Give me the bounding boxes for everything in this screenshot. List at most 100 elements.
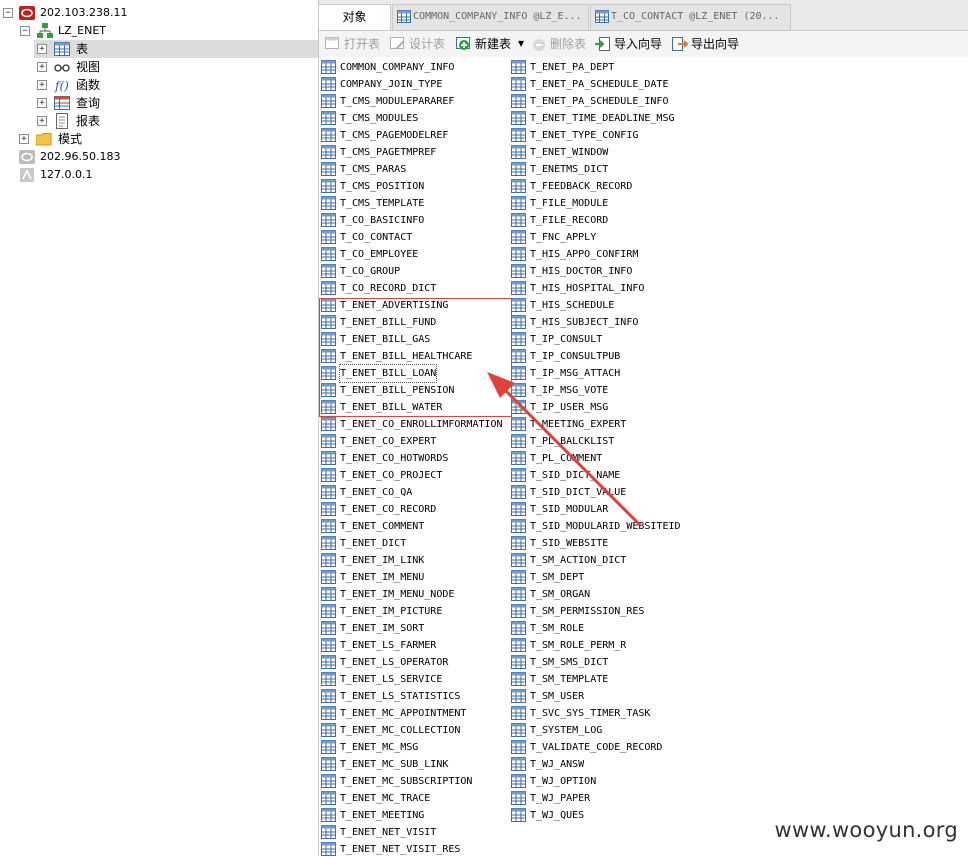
tab-common-company-info[interactable]: COMMON_COMPANY_INFO @LZ_E... <box>392 4 589 30</box>
table-icon <box>321 740 336 754</box>
tree-node-label: 报表 <box>76 114 101 128</box>
tree-node-tables[interactable]: + 表 <box>34 40 318 58</box>
navigation-tree: − 202.103.238.11 − LZ_ENET + 表 + 视图 + f(… <box>0 0 318 856</box>
tab-objects[interactable]: 对象 <box>319 4 391 30</box>
table-icon <box>321 706 336 720</box>
table-icon <box>511 77 526 91</box>
tab-t-co-contact[interactable]: T_CO_CONTACT @LZ_ENET (20... <box>590 4 791 30</box>
table-name: T_SM_ROLE <box>530 623 585 634</box>
table-name: T_ENET_CO_HOTWORDS <box>340 453 449 464</box>
highlight-box <box>319 298 512 417</box>
table-name: T_ENET_COMMENT <box>340 521 425 532</box>
expand-toggle[interactable]: + <box>19 134 29 144</box>
table-name: T_HIS_SUBJECT_INFO <box>530 317 639 328</box>
function-fx-icon: f() <box>54 77 70 93</box>
table-name: T_ENET_WINDOW <box>530 147 609 158</box>
delete-table-button[interactable]: 删除表 <box>531 35 591 53</box>
table-icon <box>321 77 336 91</box>
table-name: T_HIS_APPO_CONFIRM <box>530 249 639 260</box>
table-icon <box>321 417 336 431</box>
table-name: T_SYSTEM_LOG <box>530 725 603 736</box>
collapse-toggle[interactable]: − <box>3 8 13 18</box>
table-icon <box>321 638 336 652</box>
table-icon <box>511 502 526 516</box>
connection-202-96-50-183[interactable]: 202.96.50.183 <box>0 148 318 166</box>
table-name: T_FILE_RECORD <box>530 215 609 226</box>
tab-label: T_CO_CONTACT @LZ_ENET (20... <box>611 11 780 22</box>
table-icon <box>511 366 526 380</box>
table-name: T_CMS_TEMPLATE <box>340 198 425 209</box>
table-name: T_ENET_PA_SCHEDULE_INFO <box>530 96 669 107</box>
tree-node-reports[interactable]: + 报表 <box>34 112 318 130</box>
tree-node-mode[interactable]: + 模式 <box>16 130 318 148</box>
design-table-button[interactable]: 设计表 <box>390 35 450 53</box>
tree-node-functions[interactable]: + f() 函数 <box>34 76 318 94</box>
table-name: T_WJ_PAPER <box>530 793 591 804</box>
table-icon <box>595 10 609 23</box>
connection-202-103-238-11[interactable]: − 202.103.238.11 <box>0 4 318 22</box>
table-name: T_SM_ACTION_DICT <box>530 555 627 566</box>
table-name: T_CO_RECORD_DICT <box>340 283 437 294</box>
tree-node-views[interactable]: + 视图 <box>34 58 318 76</box>
button-label: 新建表 <box>475 37 512 51</box>
table-name: T_MEETING_EXPERT <box>530 419 627 430</box>
table-name: T_IP_MSG_VOTE <box>530 385 609 396</box>
connection-label: 202.103.238.11 <box>40 6 128 19</box>
table-icon <box>321 60 336 74</box>
table-name: T_SID_MODULARID_WEBSITEID <box>530 521 681 532</box>
table-icon <box>321 672 336 686</box>
table-name: T_ENET_CO_ENROLLIMFORMATION <box>340 419 503 430</box>
table-name: T_FEEDBACK_RECORD <box>530 181 633 192</box>
table-name: T_ENET_MC_SUB_LINK <box>340 759 449 770</box>
table-name: T_IP_MSG_ATTACH <box>530 368 621 379</box>
import-wizard-button[interactable]: 导入向导 <box>595 35 667 53</box>
button-label: 删除表 <box>550 37 587 51</box>
table-icon <box>321 621 336 635</box>
table-name: T_SM_SMS_DICT <box>530 657 609 668</box>
expand-toggle[interactable]: + <box>37 62 47 72</box>
new-table-button[interactable]: 新建表 ▼ <box>456 35 526 53</box>
table-icon <box>397 10 411 23</box>
table-name: T_ENET_LS_SERVICE <box>340 674 443 685</box>
table-icon <box>511 587 526 601</box>
connection-127-0-0-1[interactable]: 127.0.0.1 <box>0 166 318 184</box>
table-icon <box>511 213 526 227</box>
table-icon <box>511 315 526 329</box>
expand-toggle[interactable]: + <box>37 98 47 108</box>
table-icon <box>321 485 336 499</box>
tree-node-label: 视图 <box>76 60 101 74</box>
collapse-toggle[interactable]: − <box>20 26 30 36</box>
table-icon <box>321 723 336 737</box>
view-glasses-icon <box>54 59 70 75</box>
table-icon <box>511 740 526 754</box>
table-name: T_PL_COMMENT <box>530 453 603 464</box>
table-name: T_SID_DICT_NAME <box>530 470 621 481</box>
server-disconnected-icon <box>19 149 35 165</box>
export-wizard-button[interactable]: 导出向导 <box>672 35 744 53</box>
open-table-button[interactable]: 打开表 <box>325 35 385 53</box>
table-name: T_IP_CONSULTPUB <box>530 351 621 362</box>
table-icon <box>321 196 336 210</box>
table-icon <box>321 162 336 176</box>
expand-toggle[interactable]: + <box>37 80 47 90</box>
report-icon <box>54 113 70 129</box>
table-name: T_ENET_LS_STATISTICS <box>340 691 461 702</box>
table-name: T_ENET_IM_PICTURE <box>340 606 443 617</box>
dropdown-arrow-icon[interactable]: ▼ <box>518 35 524 53</box>
table-icon <box>511 196 526 210</box>
tree-node-queries[interactable]: + 查询 <box>34 94 318 112</box>
expand-toggle[interactable]: + <box>37 116 47 126</box>
table-icon <box>511 570 526 584</box>
table-name: T_SID_MODULAR <box>530 504 609 515</box>
button-label: 打开表 <box>344 37 381 51</box>
table-icon <box>321 587 336 601</box>
export-icon <box>672 37 688 51</box>
schema-lz-enet[interactable]: − LZ_ENET <box>0 22 318 40</box>
table-icon <box>321 281 336 295</box>
table-icon <box>511 553 526 567</box>
table-icon <box>321 230 336 244</box>
table-icon <box>321 451 336 465</box>
table-icon <box>511 468 526 482</box>
expand-toggle[interactable]: + <box>37 44 47 54</box>
tree-node-label: 函数 <box>76 78 101 92</box>
